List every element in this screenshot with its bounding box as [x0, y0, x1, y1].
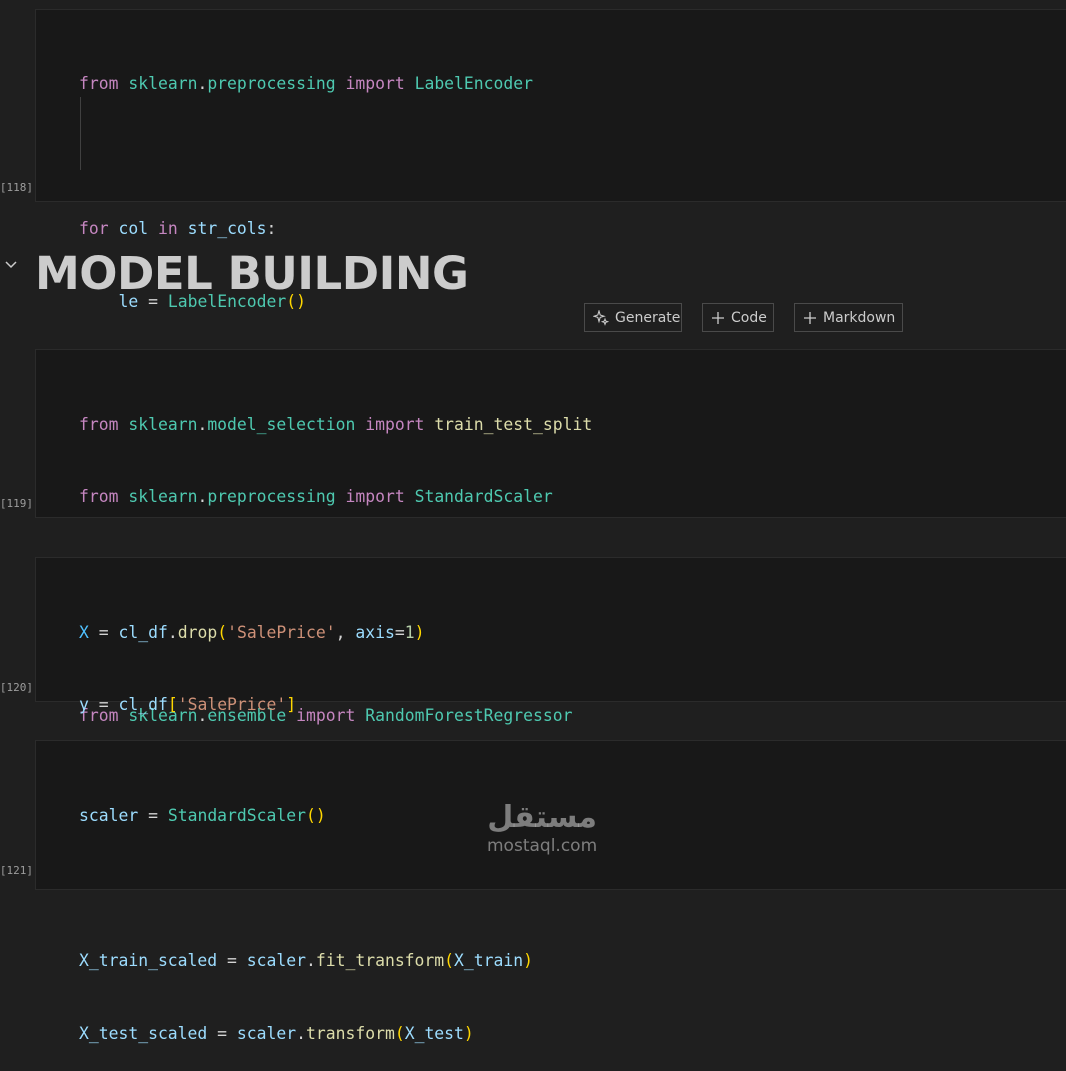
code-line: from sklearn.preprocessing import Standa… [79, 487, 553, 507]
code-line: X_test_scaled = scaler.transform(X_test) [79, 1024, 474, 1044]
execution-count: [118] [0, 181, 33, 194]
execution-count: [119] [0, 497, 33, 510]
markdown-label: Markdown [823, 309, 896, 326]
chevron-down-icon[interactable] [3, 256, 19, 272]
generate-button[interactable]: Generate [584, 303, 682, 332]
sparkle-icon [593, 309, 609, 326]
execution-count: [120] [0, 681, 33, 694]
add-markdown-cell-button[interactable]: Markdown [794, 303, 903, 332]
plus-icon [712, 311, 724, 324]
code-line: from sklearn.model_selection import trai… [79, 414, 593, 434]
code-line: for col in str_cols: [79, 219, 277, 239]
watermark-arabic: مستقل [487, 800, 597, 835]
watermark: مستقل mostaql.com [472, 800, 597, 856]
markdown-heading: MODEL BUILDING [35, 247, 469, 300]
watermark-latin: mostaql.com [487, 836, 598, 856]
add-code-cell-button[interactable]: Code [702, 303, 774, 332]
execution-count: [121] [0, 864, 33, 877]
code-line: X_train_scaled = scaler.fit_transform(X_… [79, 951, 533, 971]
code-label: Code [731, 309, 767, 326]
code-editor-121[interactable]: scaler = StandardScaler() X_train_scaled… [79, 755, 533, 1071]
code-line: from sklearn.preprocessing import LabelE… [79, 73, 533, 93]
code-line: y = cl_df['SalePrice'] [79, 695, 297, 715]
generate-label: Generate [615, 309, 681, 326]
code-line: X = cl_df.drop('SalePrice', axis=1) [79, 622, 425, 642]
code-line: scaler = StandardScaler() [79, 805, 326, 825]
plus-icon [804, 311, 816, 324]
